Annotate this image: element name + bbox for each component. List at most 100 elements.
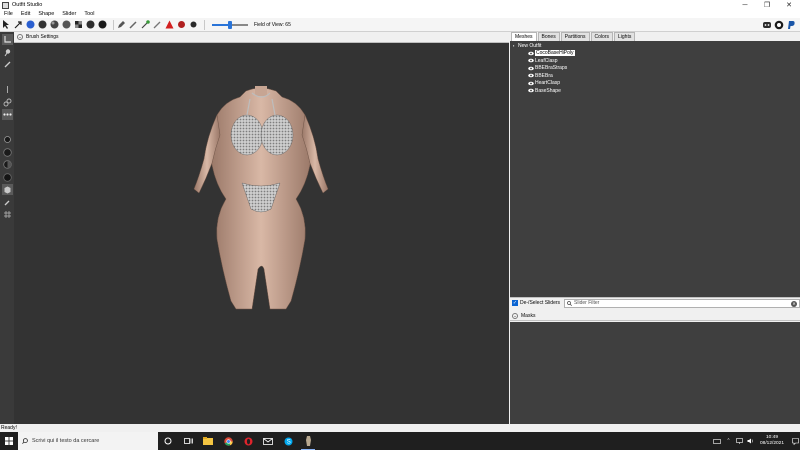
brush-undiff-button[interactable] (98, 20, 107, 29)
vertex-tool-button[interactable] (2, 134, 13, 145)
mesh-item[interactable]: BaseShape (510, 87, 800, 95)
mesh-item[interactable]: BBEBra (510, 72, 800, 80)
bra-right (260, 114, 294, 156)
chevron-up-tray-button[interactable]: ⌃ (724, 432, 733, 450)
mesh-item[interactable]: CocoBaseHiPoly (510, 50, 800, 58)
maximize-button[interactable]: ❐ (756, 0, 778, 10)
taskbar-search[interactable]: Scrivi qui il testo da cercare (18, 432, 158, 450)
brush-alt-tool-button[interactable] (2, 197, 13, 208)
file-explorer-button[interactable] (198, 432, 218, 450)
paypal-button[interactable] (786, 20, 796, 30)
fov-slider[interactable] (212, 20, 248, 29)
mesh-tree: ▪ New Outfit CocoBaseHiPoly LeafClasp BB… (510, 41, 800, 297)
keyboard-icon (713, 438, 722, 444)
transform-tool-button[interactable] (14, 20, 23, 29)
tab-colors[interactable]: Colors (590, 32, 613, 41)
close-button[interactable]: ✕ (778, 0, 800, 10)
mail-button[interactable] (258, 432, 278, 450)
menu-shape[interactable]: Shape (34, 11, 58, 17)
eye-icon[interactable] (528, 58, 534, 63)
minimize-button[interactable]: ─ (734, 0, 756, 10)
cube-tool-button[interactable] (1, 184, 13, 195)
close-icon: ✕ (786, 2, 792, 9)
discord-button[interactable] (762, 20, 772, 30)
pen-tool-button[interactable] (2, 59, 13, 70)
tree-root-item[interactable]: ▪ New Outfit (510, 42, 800, 50)
eye-icon[interactable] (528, 66, 534, 71)
task-view-button[interactable] (178, 432, 198, 450)
stop-tool-button[interactable] (177, 20, 186, 29)
menu-bar: File Edit Shape Slider Tool (0, 10, 800, 18)
tab-lights[interactable]: Lights (614, 32, 636, 41)
speaker-icon (747, 438, 753, 444)
eye-icon[interactable] (528, 88, 534, 93)
sphere-alt-button[interactable] (2, 172, 13, 183)
menu-edit[interactable]: Edit (17, 11, 34, 17)
select-sliders-checkbox[interactable]: ✓ (512, 300, 518, 306)
check-icon: ✓ (512, 299, 518, 306)
pencil-icon (118, 21, 125, 28)
cortana-button[interactable] (158, 432, 178, 450)
pin-tool-button[interactable] (2, 47, 13, 58)
eye-icon[interactable] (528, 81, 534, 86)
mesh-item[interactable]: BBEBraStraps (510, 65, 800, 73)
window-controls: ─ ❐ ✕ (734, 0, 800, 10)
volume-tray-button[interactable] (746, 432, 755, 450)
brush-settings-header[interactable]: ⌄ Brush Settings (14, 32, 509, 43)
dots-tool-button[interactable] (1, 109, 13, 120)
network-tray-button[interactable] (735, 432, 744, 450)
warning-tool-button[interactable] (165, 20, 174, 29)
paint-brush-button[interactable] (153, 20, 162, 29)
keyboard-tray-button[interactable] (713, 432, 722, 450)
tab-meshes[interactable]: Meshes (511, 32, 537, 41)
arrow-icon (14, 21, 22, 29)
line-tool-button[interactable] (2, 84, 13, 95)
menu-tool[interactable]: Tool (80, 11, 98, 17)
mesh-item[interactable]: HeartClasp (510, 80, 800, 88)
link-tool-button[interactable] (2, 97, 13, 108)
search-icon (567, 300, 572, 306)
tab-partitions[interactable]: Partitions (560, 32, 590, 41)
eye-icon[interactable] (528, 73, 534, 78)
clear-filter-icon[interactable]: ✕ (791, 300, 797, 307)
chrome-button[interactable] (218, 432, 238, 450)
skype-button[interactable]: S (278, 432, 298, 450)
move-tool-button[interactable] (1, 34, 13, 45)
weight-brush-button[interactable] (117, 20, 126, 29)
brush-mask-button[interactable] (74, 20, 83, 29)
github-button[interactable] (774, 20, 784, 30)
pen-icon (4, 61, 10, 68)
eye-icon[interactable] (528, 51, 534, 56)
half-sphere-icon (2, 160, 12, 169)
brush-move-button[interactable] (50, 20, 59, 29)
fov-slider-thumb[interactable] (228, 20, 232, 29)
mesh-item[interactable]: LeafClasp (510, 57, 800, 65)
outfit-studio-taskbar-button[interactable] (298, 432, 318, 450)
menu-slider[interactable]: Slider (58, 11, 80, 17)
tab-bones[interactable]: Bones (537, 32, 560, 41)
brush-standard-button[interactable] (26, 20, 35, 29)
taskbar-clock[interactable]: 10:49 08/12/2021 (760, 435, 784, 447)
brush-dark-icon (38, 20, 47, 29)
3d-viewport[interactable] (14, 43, 509, 424)
menu-file[interactable]: File (0, 11, 17, 17)
system-tray: ⌃ 10:49 08/12/2021 (711, 432, 800, 450)
notifications-button[interactable] (791, 432, 800, 450)
sphere-tool-button[interactable] (2, 147, 13, 158)
brush-smooth-button[interactable] (62, 20, 71, 29)
start-button[interactable] (0, 432, 18, 450)
half-sphere-button[interactable] (2, 159, 13, 170)
options-tool-button[interactable] (189, 20, 198, 29)
brush-deflate-button[interactable] (38, 20, 47, 29)
slider-filter-input[interactable] (574, 300, 785, 306)
alpha-brush-button[interactable] (141, 20, 150, 29)
masks-header[interactable]: ⌄ Masks (510, 311, 800, 321)
color-brush-button[interactable] (129, 20, 138, 29)
tree-root-label: New Outfit (518, 42, 542, 49)
select-tool-button[interactable] (2, 20, 11, 29)
opera-button[interactable] (238, 432, 258, 450)
dots-icon (2, 113, 12, 116)
brush-inflate-button[interactable] (86, 20, 95, 29)
restore-icon: ❐ (763, 2, 771, 9)
grid-tool-button[interactable] (2, 209, 13, 220)
